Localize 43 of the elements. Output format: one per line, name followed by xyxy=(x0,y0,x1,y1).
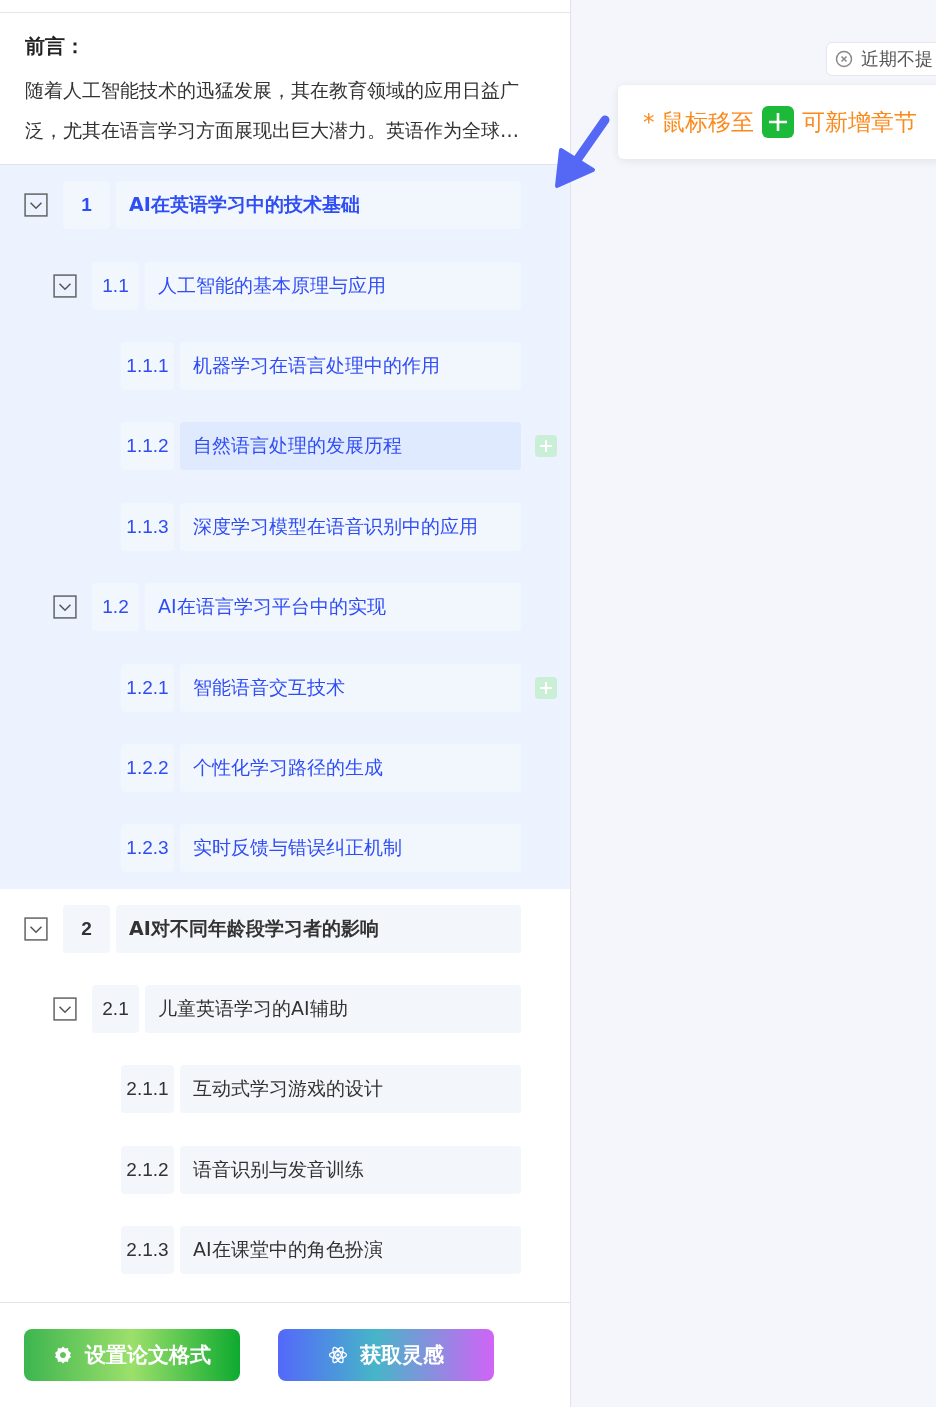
dismiss-button[interactable]: 近期不提 xyxy=(826,42,936,76)
section-title[interactable]: AI在语言学习平台中的实现 xyxy=(145,583,521,632)
section-title[interactable]: 语音识别与发音训练 xyxy=(180,1145,521,1194)
collapse-icon[interactable] xyxy=(53,997,77,1022)
section-title[interactable]: 实时反馈与错误纠正机制 xyxy=(180,824,521,873)
section-title[interactable]: 人工智能的基本原理与应用 xyxy=(145,261,521,310)
tip-text: 可新增章节 xyxy=(801,107,917,137)
section-number: 2.1.1 xyxy=(121,1065,174,1114)
section-title[interactable]: 机器学习在语言处理中的作用 xyxy=(180,341,521,390)
section-number: 1.2.1 xyxy=(121,663,174,712)
section-number: 1.2 xyxy=(92,583,139,632)
section-number: 1.1.1 xyxy=(121,341,174,390)
add-icon xyxy=(761,106,794,138)
section-number: 2.1 xyxy=(92,985,139,1034)
section-number: 2.1.3 xyxy=(121,1226,174,1275)
section-number: 1.1.3 xyxy=(121,502,174,551)
preface-text: 随着人工智能技术的迅猛发展，其在教育领域的应用日益广泛，尤其在语言学习方面展现出巨大潜力。英语作为全球… xyxy=(25,78,520,143)
section-number: 1.2.3 xyxy=(121,824,174,873)
section-title[interactable]: 互动式学习游戏的设计 xyxy=(180,1065,521,1114)
collapse-icon[interactable] xyxy=(24,193,48,218)
collapse-icon[interactable] xyxy=(53,595,77,620)
section-title[interactable]: AI在英语学习中的技术基础 xyxy=(116,181,521,230)
atom-icon xyxy=(328,1345,348,1365)
section-number: 1.1.2 xyxy=(121,422,174,471)
section-number: 2 xyxy=(63,904,110,953)
collapse-icon[interactable] xyxy=(53,273,77,298)
section-number: 2.1.2 xyxy=(121,1145,174,1194)
section-title[interactable]: 智能语音交互技术 xyxy=(180,663,521,712)
tip-text: * 鼠标移至 xyxy=(643,107,754,137)
gear-icon xyxy=(53,1345,73,1365)
inspiration-button[interactable]: 获取灵感 xyxy=(278,1329,494,1381)
section-title[interactable]: 儿童英语学习的AI辅助 xyxy=(145,985,521,1034)
section-number: 1.1 xyxy=(92,261,139,310)
section-title[interactable]: 自然语言处理的发展历程 xyxy=(180,422,521,471)
section-number: 1 xyxy=(63,181,110,230)
section-number: 1.2.2 xyxy=(121,743,174,792)
close-icon xyxy=(835,50,853,68)
section-title[interactable]: AI在课堂中的角色扮演 xyxy=(180,1226,521,1275)
section-title[interactable]: 深度学习模型在语音识别中的应用 xyxy=(180,502,521,551)
section-title[interactable]: AI对不同年龄段学习者的影响 xyxy=(116,904,521,953)
preface-title: 前言： xyxy=(25,33,86,60)
collapse-icon[interactable] xyxy=(24,916,48,941)
section-title[interactable]: 个性化学习路径的生成 xyxy=(180,743,521,792)
